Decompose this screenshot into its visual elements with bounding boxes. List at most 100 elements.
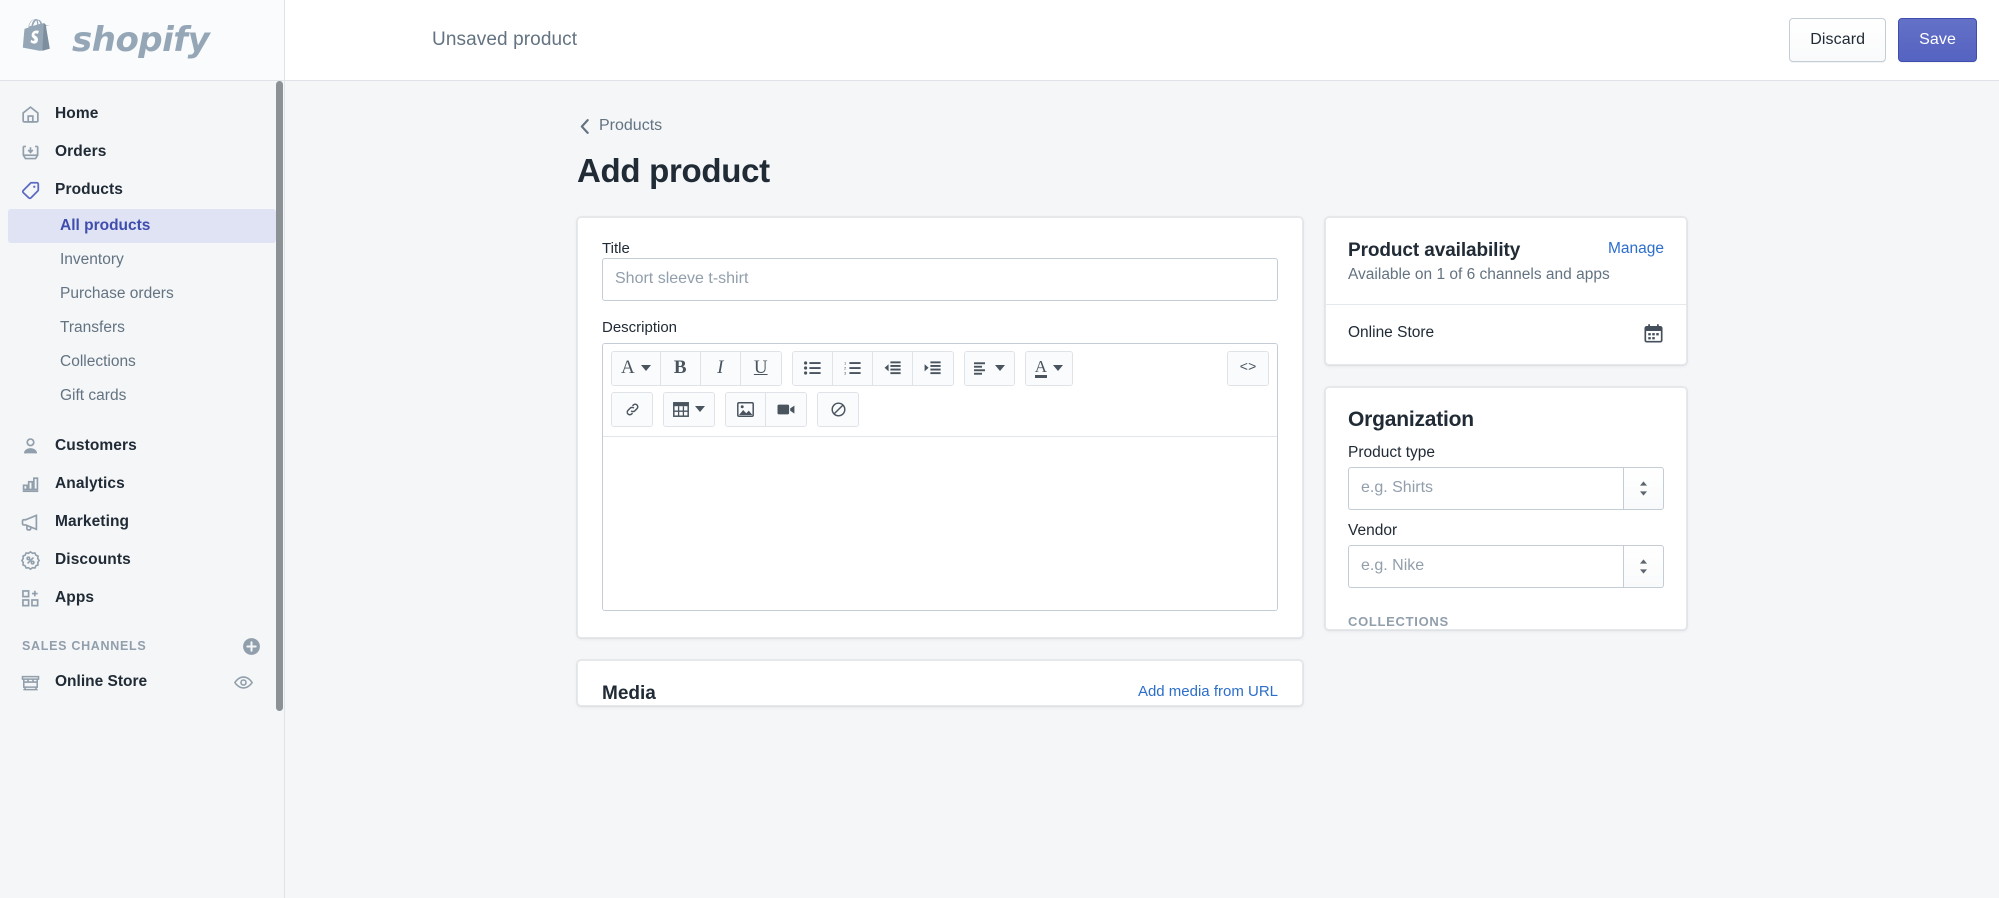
bulleted-list-icon[interactable]	[793, 352, 833, 385]
topbar: Unsaved product Discard Save	[285, 0, 1999, 81]
link-glyph	[624, 401, 641, 418]
bulleted-list-glyph	[804, 361, 821, 375]
italic-glyph: I	[717, 357, 723, 379]
font-style-icon[interactable]: A	[612, 352, 661, 385]
outdent-glyph	[884, 361, 901, 375]
sidebar-channel-online-store-label: Online Store	[55, 673, 219, 691]
clear-formatting-icon[interactable]	[818, 393, 858, 426]
marketing-megaphone-icon	[20, 512, 41, 533]
product-type-select[interactable]: e.g. Shirts	[1348, 467, 1664, 510]
toolbar-group-insert	[611, 392, 653, 427]
bold-icon[interactable]: B	[661, 352, 701, 385]
sidebar-gap	[0, 413, 284, 427]
main-content: Products Add product Title Description	[285, 81, 1999, 898]
sidebar-item-analytics-label: Analytics	[55, 475, 125, 493]
vendor-field: Vendor e.g. Nike	[1326, 510, 1686, 588]
orders-icon	[20, 142, 41, 163]
product-type-stepper-button[interactable]	[1623, 467, 1664, 510]
sidebar-channel-online-store[interactable]: Online Store	[8, 663, 276, 701]
sidebar: shopify Home Orders	[0, 0, 285, 898]
media-title: Media	[602, 683, 656, 705]
add-media-from-url-link[interactable]: Add media from URL	[1138, 683, 1278, 700]
calendar-icon[interactable]	[1643, 323, 1664, 344]
sidebar-item-customers-label: Customers	[55, 437, 137, 455]
save-button[interactable]: Save	[1898, 18, 1977, 62]
indent-glyph	[924, 361, 941, 375]
code-view-button[interactable]: <>	[1228, 352, 1268, 385]
sidebar-item-analytics[interactable]: Analytics	[8, 465, 276, 503]
product-details-card: Title Description A	[577, 217, 1303, 638]
media-card: Media Add media from URL	[577, 660, 1303, 706]
sidebar-subitem-transfers[interactable]: Transfers	[8, 311, 276, 345]
editor-toolbar-row-2	[603, 389, 1277, 437]
shopify-wordmark: shopify	[72, 20, 209, 60]
underline-icon[interactable]: U	[741, 352, 781, 385]
chevron-down-icon	[641, 365, 651, 371]
breadcrumb[interactable]: Products	[578, 117, 662, 135]
sidebar-subitem-collections[interactable]: Collections	[8, 345, 276, 379]
manage-availability-link[interactable]: Manage	[1608, 240, 1664, 258]
sidebar-item-discounts[interactable]: Discounts	[8, 541, 276, 579]
sidebar-item-orders-label: Orders	[55, 143, 106, 161]
discard-button[interactable]: Discard	[1789, 18, 1886, 62]
video-glyph	[777, 403, 795, 416]
code-glyph: <>	[1240, 360, 1257, 376]
sidebar-scrollbar-thumb[interactable]	[276, 81, 283, 711]
sidebar-scrollbar[interactable]	[275, 81, 284, 898]
outdent-icon[interactable]	[873, 352, 913, 385]
image-icon[interactable]	[726, 393, 766, 426]
indent-icon[interactable]	[913, 352, 953, 385]
sidebar-subitem-all-products[interactable]: All products	[8, 209, 276, 243]
vendor-select[interactable]: e.g. Nike	[1348, 545, 1664, 588]
availability-header: Product availability Manage	[1326, 218, 1686, 262]
layout-columns: Title Description A	[577, 217, 1707, 706]
breadcrumb-label: Products	[599, 117, 662, 135]
organization-title: Organization	[1326, 388, 1686, 432]
toolbar-group-code: <>	[1227, 351, 1269, 386]
customers-icon	[20, 436, 41, 457]
products-tag-icon	[20, 180, 41, 201]
shopify-admin-app: shopify Home Orders	[0, 0, 1999, 898]
sidebar-subitem-inventory[interactable]: Inventory	[8, 243, 276, 277]
sidebar-item-apps[interactable]: Apps	[8, 579, 276, 617]
page-title: Add product	[577, 152, 1707, 190]
clear-formatting-glyph	[830, 401, 847, 418]
italic-icon[interactable]: I	[701, 352, 741, 385]
bold-glyph: B	[674, 357, 687, 379]
product-availability-card: Product availability Manage Available on…	[1325, 217, 1687, 365]
sidebar-subitem-gift-cards[interactable]: Gift cards	[8, 379, 276, 413]
video-icon[interactable]	[766, 393, 806, 426]
text-align-icon[interactable]	[965, 352, 1014, 385]
vendor-value[interactable]: e.g. Nike	[1348, 545, 1623, 588]
toolbar-group-text-style: A B I	[611, 351, 782, 386]
apps-icon	[20, 588, 41, 609]
table-glyph	[673, 402, 689, 417]
sidebar-item-home-label: Home	[55, 105, 98, 123]
sidebar-item-marketing[interactable]: Marketing	[8, 503, 276, 541]
toolbar-group-align	[964, 351, 1015, 386]
sales-channels-label: SALES CHANNELS	[22, 639, 146, 653]
sidebar-item-customers[interactable]: Customers	[8, 427, 276, 465]
title-input[interactable]	[602, 258, 1278, 301]
sidebar-item-products-label: Products	[55, 181, 123, 199]
description-textarea[interactable]	[603, 437, 1277, 610]
table-icon[interactable]	[664, 393, 714, 426]
align-left-glyph	[974, 362, 989, 375]
eye-icon[interactable]	[233, 672, 254, 693]
sidebar-item-products[interactable]: Products	[8, 171, 276, 209]
font-style-glyph: A	[621, 357, 635, 379]
sidebar-item-home[interactable]: Home	[8, 95, 276, 133]
sidebar-subitem-purchase-orders[interactable]: Purchase orders	[8, 277, 276, 311]
text-color-icon[interactable]: A	[1026, 352, 1072, 385]
product-type-value[interactable]: e.g. Shirts	[1348, 467, 1623, 510]
plus-circle-icon[interactable]	[241, 636, 262, 657]
numbered-list-icon[interactable]: 1 2 3	[833, 352, 873, 385]
vendor-stepper-button[interactable]	[1623, 545, 1664, 588]
shopify-logo[interactable]: shopify	[22, 19, 209, 61]
link-icon[interactable]	[612, 393, 652, 426]
sidebar-item-orders[interactable]: Orders	[8, 133, 276, 171]
toolbar-group-color: A	[1025, 351, 1073, 386]
discounts-icon	[20, 550, 41, 571]
sidebar-subitem-transfers-label: Transfers	[60, 319, 125, 337]
sidebar-header: shopify	[0, 0, 284, 81]
